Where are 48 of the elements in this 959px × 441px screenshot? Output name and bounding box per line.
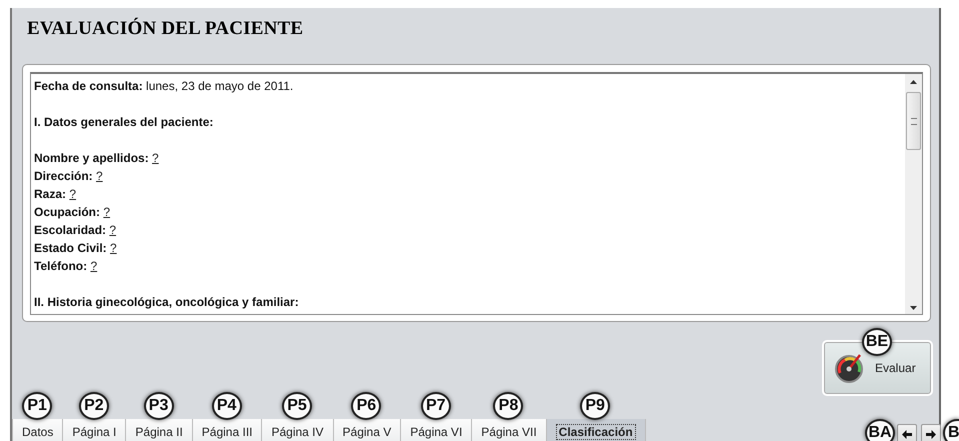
callout-badge: P1	[22, 392, 52, 420]
document-line: Estado Civil: ?	[34, 240, 117, 257]
arrow-left-icon	[902, 430, 912, 438]
scroll-thumb[interactable]	[906, 92, 921, 150]
callout-badge: P8	[493, 392, 524, 420]
field-link[interactable]: ?	[152, 151, 159, 165]
field-link[interactable]: ?	[103, 205, 110, 219]
callout-badge: P4	[212, 392, 242, 420]
panel-title: EVALUACIÓN DEL PACIENTE	[26, 16, 304, 41]
field-link[interactable]: ?	[69, 187, 76, 201]
callout-badge: BA	[865, 419, 895, 441]
back-button[interactable]	[897, 424, 917, 441]
page-tab[interactable]: Página I	[62, 419, 126, 441]
field-link[interactable]: ?	[109, 223, 116, 237]
document-line: Escolaridad: ?	[34, 222, 116, 239]
page-tab[interactable]: Página II	[125, 419, 193, 441]
page-tab[interactable]: Página V	[332, 419, 402, 441]
document-line: II. Historia ginecológica, oncológica y familiar:	[34, 294, 299, 311]
callout-badge: P5	[282, 392, 312, 420]
callout-badge: P9	[580, 392, 610, 420]
callout-badge: BE	[862, 328, 892, 356]
forward-button[interactable]	[921, 424, 941, 441]
page-tab[interactable]: Datos	[12, 419, 64, 441]
callout-badge: P7	[420, 392, 451, 420]
gauge-icon	[833, 352, 865, 384]
callout-badge: P6	[351, 392, 382, 420]
page-tab[interactable]: Página IV	[261, 419, 334, 441]
field-link[interactable]: ?	[90, 259, 98, 273]
callout-badge: P3	[144, 392, 174, 420]
document-line: Fecha de consulta: lunes, 23 de mayo de 2011.	[34, 78, 294, 95]
document-line: Dirección: ?	[34, 168, 103, 185]
arrow-right-icon	[926, 430, 936, 438]
scroll-down-icon[interactable]	[910, 306, 917, 310]
document-line: Raza: ?	[34, 186, 76, 203]
page-tab[interactable]: Página III	[192, 419, 262, 441]
document-line: Teléfono: ?	[34, 258, 98, 275]
field-link[interactable]: ?	[96, 169, 103, 183]
page-tab[interactable]: Página VI	[400, 419, 472, 441]
document-line: Nombre y apellidos: ?	[34, 150, 159, 167]
field-link[interactable]: ?	[110, 241, 117, 255]
vertical-scrollbar[interactable]	[905, 74, 922, 314]
document-line: Ocupación: ?	[34, 204, 110, 221]
page-tab[interactable]: Clasificación	[546, 419, 646, 441]
page-tab[interactable]: Página VII	[471, 419, 547, 441]
callout-badge: P2	[78, 392, 109, 420]
callout-badge: B	[943, 419, 959, 441]
scroll-up-icon[interactable]	[910, 80, 917, 84]
document-line: I. Datos generales del paciente:	[34, 114, 214, 131]
